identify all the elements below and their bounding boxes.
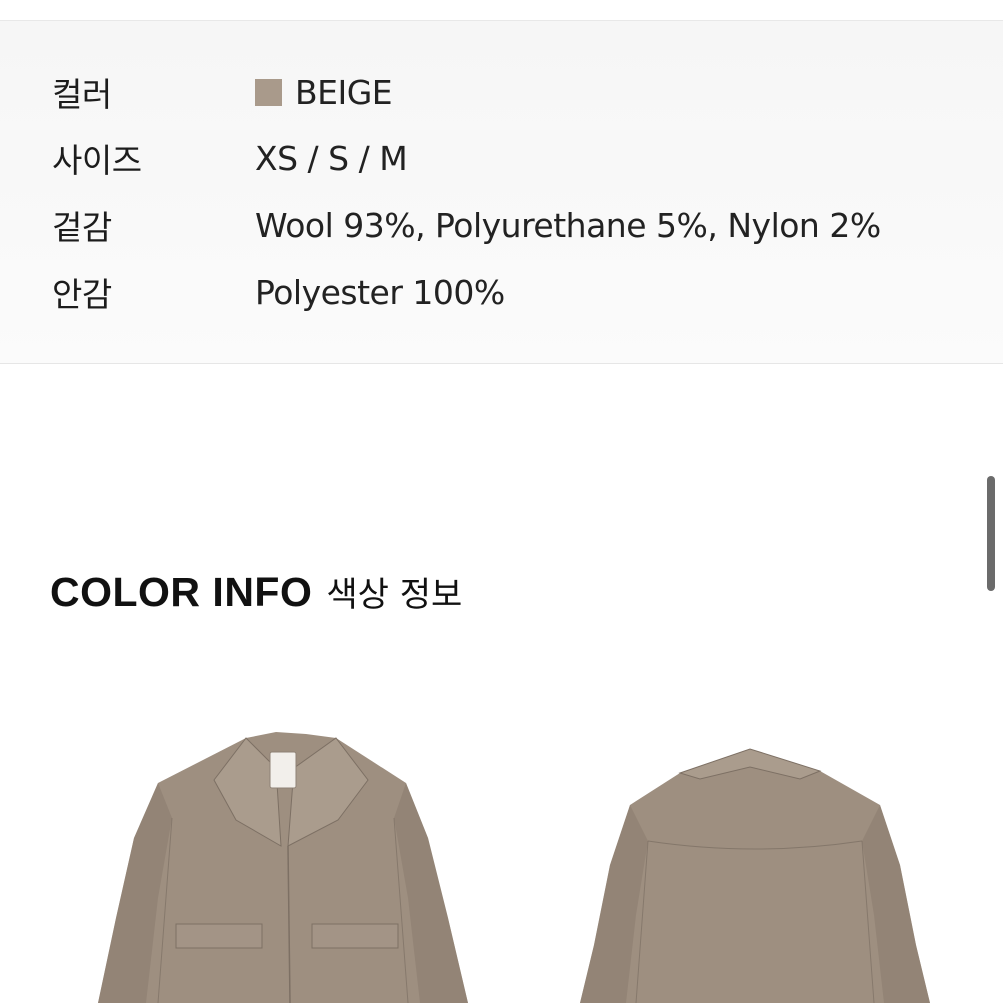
- scrollbar-thumb[interactable]: [987, 476, 995, 591]
- product-detail-page: 컬러 BEIGE 사이즈 XS / S / M 겉감 Wool 93%, Pol…: [0, 0, 1003, 1003]
- color-swatch-icon: [255, 78, 282, 106]
- spec-table: 컬러 BEIGE 사이즈 XS / S / M 겉감 Wool 93%, Pol…: [0, 21, 1003, 364]
- spec-row-lining: 안감 Polyester 100%: [52, 270, 505, 315]
- spec-label-size: 사이즈: [52, 141, 142, 180]
- color-info-title-ko: 색상 정보: [326, 575, 463, 615]
- spec-value-lining: Polyester 100%: [255, 272, 505, 312]
- color-info-title-en: COLOR INFO: [50, 569, 313, 615]
- jacket-front-left-pocket-flap: [175, 923, 263, 949]
- spec-label-color: 컬러: [52, 75, 112, 114]
- spec-value-size: XS / S / M: [255, 138, 408, 178]
- spec-value-color: BEIGE: [255, 72, 393, 112]
- jacket-front-image: [98, 732, 468, 1003]
- jacket-back-image: [580, 748, 930, 1003]
- spec-label-lining: 안감: [52, 275, 112, 314]
- spec-row-size: 사이즈 XS / S / M: [52, 136, 408, 181]
- jacket-front-label: [269, 751, 297, 789]
- spec-row-outer-fabric: 겉감 Wool 93%, Polyurethane 5%, Nylon 2%: [52, 203, 881, 248]
- color-info-heading: COLOR INFO 색상 정보: [50, 567, 462, 617]
- top-divider: [0, 0, 1003, 21]
- spec-value-outer-fabric: Wool 93%, Polyurethane 5%, Nylon 2%: [255, 205, 881, 245]
- jacket-front-right-pocket-flap: [311, 923, 399, 949]
- spec-row-color: 컬러 BEIGE: [52, 70, 393, 115]
- spec-label-outer-fabric: 겉감: [52, 208, 112, 247]
- color-value-text: BEIGE: [295, 72, 393, 112]
